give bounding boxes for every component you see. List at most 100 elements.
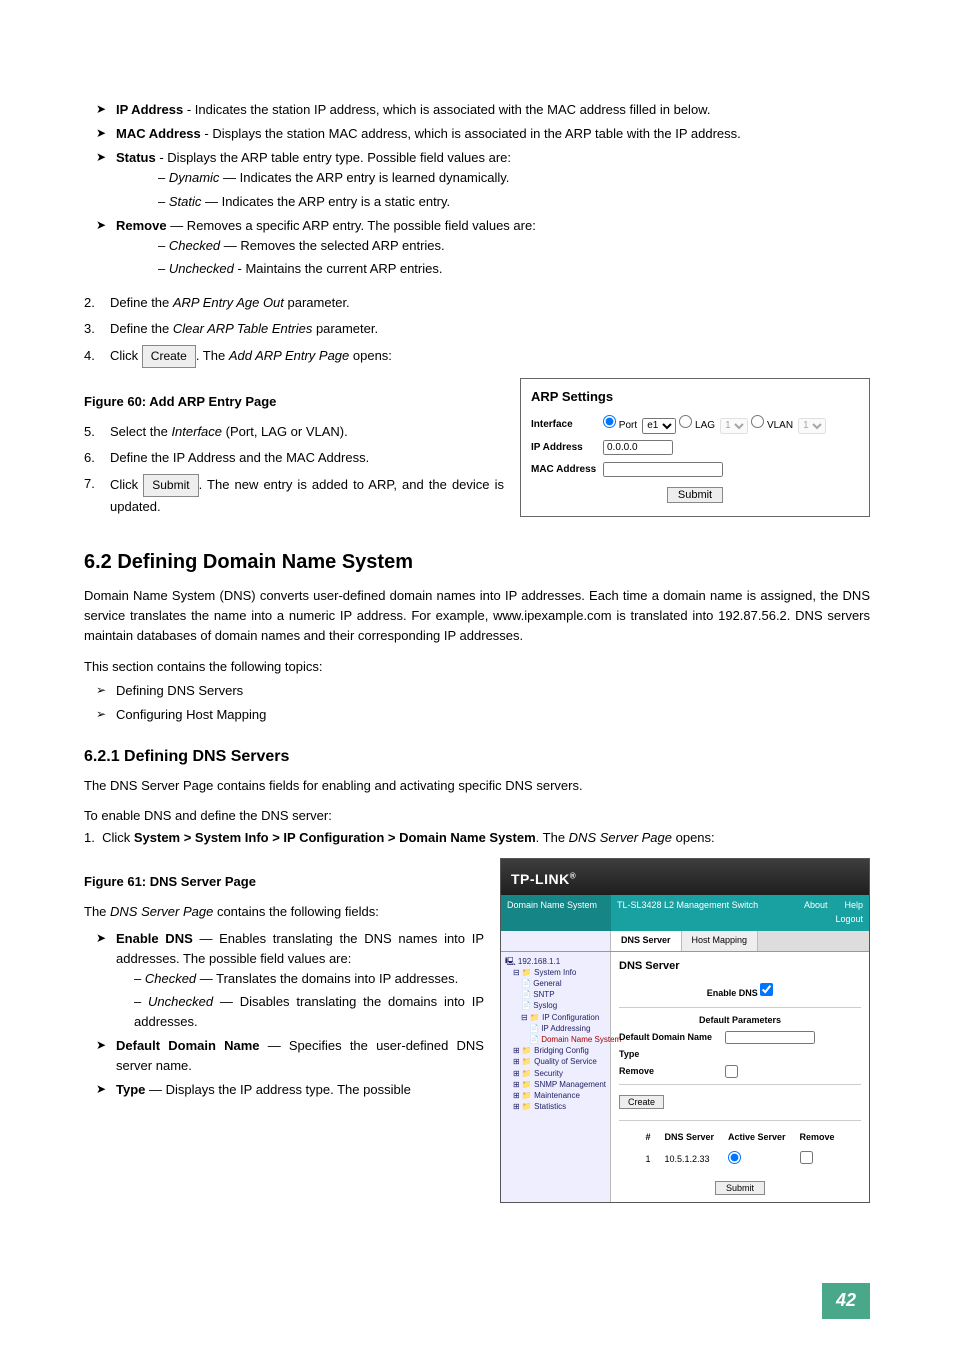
device-title: TL-SL3428 L2 Management Switch bbox=[611, 895, 798, 931]
tree-statistics[interactable]: ⊞ 📁 Statistics bbox=[505, 1101, 606, 1112]
mac-label: MAC Address bbox=[531, 462, 603, 478]
create-button[interactable]: Create bbox=[142, 345, 196, 368]
list-item: Remove — Removes a specific ARP entry. T… bbox=[96, 216, 870, 279]
tree-maintenance[interactable]: ⊞ 📁 Maintenance bbox=[505, 1090, 606, 1101]
page-context: Domain Name System bbox=[501, 895, 611, 931]
ddn-input[interactable] bbox=[725, 1031, 815, 1044]
list-item: – Unchecked — Disables translating the d… bbox=[134, 992, 484, 1032]
enable-dns-checkbox[interactable] bbox=[760, 983, 773, 996]
create-button[interactable]: Create bbox=[619, 1095, 664, 1109]
list-item: IP Address - Indicates the station IP ad… bbox=[96, 100, 870, 120]
lag-radio[interactable]: LAG bbox=[679, 420, 715, 431]
tree-general[interactable]: 📄 General bbox=[505, 978, 606, 989]
logout-link[interactable]: Logout bbox=[835, 914, 863, 924]
lag-select[interactable]: 1 bbox=[720, 418, 748, 434]
section-6-2-1-heading: 6.2.1 Defining DNS Servers bbox=[84, 745, 870, 770]
tree-dns[interactable]: 📄 Domain Name System bbox=[505, 1034, 606, 1045]
section-6-2-1-p2: To enable DNS and define the DNS server: bbox=[84, 806, 870, 826]
list-item: – Checked — Removes the selected ARP ent… bbox=[158, 236, 870, 256]
list-item: Enable DNS — Enables translating the DNS… bbox=[96, 929, 484, 1033]
default-parameters-label: Default Parameters bbox=[619, 1014, 861, 1028]
list-item: Configuring Host Mapping bbox=[96, 705, 870, 725]
table-row: 1 10.5.1.2.33 bbox=[639, 1149, 840, 1171]
status-sublist: – Dynamic — Indicates the ARP entry is l… bbox=[158, 168, 870, 211]
list-item: – Dynamic — Indicates the ARP entry is l… bbox=[158, 168, 870, 188]
tab-dns-server[interactable]: DNS Server bbox=[611, 931, 682, 951]
dns-main: DNS Server Enable DNS Default Parameters… bbox=[611, 952, 869, 1202]
submit-button-inline[interactable]: Submit bbox=[143, 474, 198, 497]
tree-bridging[interactable]: ⊞ 📁 Bridging Config bbox=[505, 1045, 606, 1056]
ip-address-input[interactable] bbox=[603, 440, 673, 455]
vlan-radio[interactable]: VLAN bbox=[751, 420, 793, 431]
steps-5-7: 5.Select the Interface (Port, LAG or VLA… bbox=[84, 422, 504, 517]
submit-button[interactable]: Submit bbox=[667, 487, 723, 503]
submit-button[interactable]: Submit bbox=[715, 1181, 765, 1195]
dns-fields-list: Enable DNS — Enables translating the DNS… bbox=[96, 929, 484, 1101]
section-6-2-heading: 6.2 Defining Domain Name System bbox=[84, 547, 870, 578]
ddn-label: Default Domain Name bbox=[619, 1031, 719, 1045]
list-item: – Unchecked - Maintains the current ARP … bbox=[158, 259, 870, 279]
tree-sntp[interactable]: 📄 SNTP bbox=[505, 989, 606, 1000]
step-7: 7.Click Submit. The new entry is added t… bbox=[84, 474, 504, 517]
list-item: Default Domain Name — Specifies the user… bbox=[96, 1036, 484, 1076]
section-6-2-topics: Defining DNS Servers Configuring Host Ma… bbox=[96, 681, 870, 725]
step-2: 2.Define the ARP Entry Age Out parameter… bbox=[84, 293, 870, 313]
tree-security[interactable]: ⊞ 📁 Security bbox=[505, 1068, 606, 1079]
th-num: # bbox=[639, 1129, 656, 1147]
step-6: 6.Define the IP Address and the MAC Addr… bbox=[84, 448, 504, 468]
dns-heading: DNS Server bbox=[619, 958, 861, 975]
active-server-radio[interactable] bbox=[728, 1151, 741, 1164]
tree-qos[interactable]: ⊞ 📁 Quality of Service bbox=[505, 1056, 606, 1067]
dns-server-page-screenshot: TP-LINK® Domain Name System TL-SL3428 L2… bbox=[500, 858, 870, 1203]
remove-sublist: – Checked — Removes the selected ARP ent… bbox=[158, 236, 870, 279]
step-4: 4.Click Create. The Add ARP Entry Page o… bbox=[84, 345, 870, 368]
list-item: – Checked — Translates the domains into … bbox=[134, 969, 484, 989]
nav-tree: 🖳 192.168.1.1 ⊟ 📁 System Info 📄 General … bbox=[501, 952, 611, 1202]
tree-system-info[interactable]: ⊟ 📁 System Info bbox=[505, 967, 606, 978]
section-6-2-p1: Domain Name System (DNS) converts user-d… bbox=[84, 586, 870, 646]
arp-settings-panel: ARP Settings Interface Port e1 LAG 1 VLA… bbox=[520, 378, 870, 517]
tabs: DNS Server Host Mapping bbox=[501, 931, 869, 952]
th-active: Active Server bbox=[722, 1129, 792, 1147]
help-link[interactable]: Help bbox=[844, 900, 863, 910]
th-server: DNS Server bbox=[658, 1129, 720, 1147]
brand-logo: TP-LINK® bbox=[501, 859, 869, 895]
figure-61-caption: Figure 61: DNS Server Page bbox=[84, 872, 484, 892]
about-link[interactable]: About bbox=[804, 899, 828, 927]
figure-60-caption: Figure 60: Add ARP Entry Page bbox=[84, 392, 504, 412]
tree-snmp[interactable]: ⊞ 📁 SNMP Management bbox=[505, 1079, 606, 1090]
step-3: 3.Define the Clear ARP Table Entries par… bbox=[84, 319, 870, 339]
port-radio[interactable]: Port bbox=[603, 420, 637, 431]
enable-sublist: – Checked — Translates the domains into … bbox=[134, 969, 484, 1032]
section-6-2-1-p1: The DNS Server Page contains fields for … bbox=[84, 776, 870, 796]
tab-host-mapping[interactable]: Host Mapping bbox=[682, 931, 759, 951]
tree-ip-addressing[interactable]: 📄 IP Addressing bbox=[505, 1023, 606, 1034]
steps-2-4: 2.Define the ARP Entry Age Out parameter… bbox=[84, 293, 870, 368]
list-item: Status - Displays the ARP table entry ty… bbox=[96, 148, 870, 211]
ip-label: IP Address bbox=[531, 440, 603, 456]
enable-dns-label: Enable DNS bbox=[707, 988, 758, 998]
port-select[interactable]: e1 bbox=[642, 418, 676, 434]
interface-label: Interface bbox=[531, 417, 603, 433]
vlan-select[interactable]: 1 bbox=[798, 418, 826, 434]
type-label: Type bbox=[619, 1048, 719, 1062]
list-item: Defining DNS Servers bbox=[96, 681, 870, 701]
step-5: 5.Select the Interface (Port, LAG or VLA… bbox=[84, 422, 504, 442]
remove-checkbox[interactable] bbox=[725, 1065, 738, 1078]
list-item: MAC Address - Displays the station MAC a… bbox=[96, 124, 870, 144]
tree-syslog[interactable]: 📄 Syslog bbox=[505, 1000, 606, 1011]
remove-row-checkbox[interactable] bbox=[800, 1151, 813, 1164]
mac-address-input[interactable] bbox=[603, 462, 723, 477]
page-number: 42 bbox=[84, 1283, 870, 1319]
tree-root[interactable]: 🖳 192.168.1.1 bbox=[505, 956, 606, 967]
dns-fields-intro: The DNS Server Page contains the followi… bbox=[84, 902, 484, 922]
section-6-2-1-step1: 1. Click System > System Info > IP Confi… bbox=[84, 828, 870, 848]
tree-ip-config[interactable]: ⊟ 📁 IP Configuration bbox=[505, 1012, 606, 1023]
list-item: – Static — Indicates the ARP entry is a … bbox=[158, 192, 870, 212]
interface-radio-group: Port e1 LAG 1 VLAN 1 bbox=[603, 415, 826, 434]
field-list-top: IP Address - Indicates the station IP ad… bbox=[96, 100, 870, 279]
list-item: Type — Displays the IP address type. The… bbox=[96, 1080, 484, 1100]
panel-title: ARP Settings bbox=[531, 387, 859, 407]
remove-label: Remove bbox=[619, 1065, 719, 1079]
dns-server-table: # DNS Server Active Server Remove 1 10.5… bbox=[637, 1127, 842, 1173]
